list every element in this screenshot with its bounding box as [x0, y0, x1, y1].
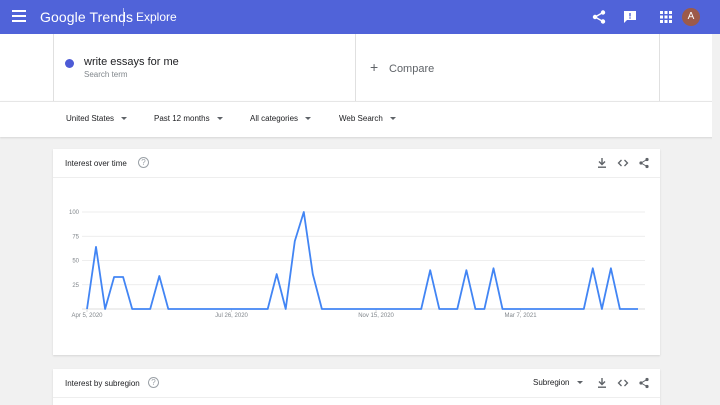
app-header: Google Trends Explore A [0, 0, 720, 34]
interest-by-subregion-card: Interest by subregion ? Subregion [53, 369, 660, 405]
page-title: Explore [136, 10, 177, 24]
period-label: Past 12 months [154, 114, 210, 123]
category-dropdown[interactable]: All categories [250, 114, 312, 123]
download-icon[interactable] [596, 377, 608, 389]
compare-label: Compare [389, 63, 435, 75]
search-term-card[interactable]: write essays for me Search term [53, 34, 356, 101]
share-icon[interactable] [638, 377, 650, 389]
caret-down-icon [216, 117, 223, 121]
card-title: Interest over time [65, 159, 127, 168]
caret-down-icon [121, 117, 128, 121]
card-title: Interest by subregion [65, 379, 140, 388]
brand-google: Google [40, 9, 86, 25]
interest-over-time-card: Interest over time ? [53, 149, 660, 355]
embed-code-icon[interactable] [617, 157, 629, 169]
header-divider [123, 8, 124, 26]
card-header: Interest by subregion ? Subregion [53, 369, 660, 398]
download-icon[interactable] [596, 157, 608, 169]
property-label: Web Search [339, 114, 383, 123]
region-dropdown[interactable]: United States [66, 114, 128, 123]
caret-down-icon [577, 381, 584, 385]
property-dropdown[interactable]: Web Search [339, 114, 396, 123]
feedback-icon[interactable] [622, 9, 638, 25]
compare-button[interactable]: + Compare [356, 34, 660, 101]
subregion-dropdown[interactable]: Subregion [533, 378, 584, 387]
filter-bar: United States Past 12 months All categor… [0, 101, 720, 137]
google-trends-logo[interactable]: Google Trends [40, 9, 133, 25]
brand-trends: Trends [89, 9, 134, 25]
search-term-text[interactable]: write essays for me [84, 56, 179, 68]
caret-down-icon [305, 117, 312, 121]
plus-icon: + [370, 59, 379, 75]
help-icon[interactable]: ? [148, 377, 159, 388]
card-header: Interest over time ? [53, 149, 660, 178]
caret-down-icon [389, 117, 396, 121]
category-label: All categories [250, 114, 299, 123]
share-icon[interactable] [591, 9, 607, 25]
avatar[interactable]: A [682, 8, 700, 26]
subregion-label: Subregion [533, 378, 570, 387]
search-term-type: Search term [84, 70, 128, 79]
search-terms-panel: write essays for me Search term + Compar… [0, 34, 720, 101]
help-icon[interactable]: ? [138, 157, 149, 168]
apps-icon[interactable] [658, 9, 674, 25]
period-dropdown[interactable]: Past 12 months [154, 114, 223, 123]
share-icon[interactable] [638, 157, 650, 169]
menu-icon[interactable] [12, 10, 26, 24]
page-scrollbar[interactable] [712, 34, 720, 405]
embed-code-icon[interactable] [617, 377, 629, 389]
region-label: United States [66, 114, 115, 123]
term-color-dot [65, 59, 74, 68]
